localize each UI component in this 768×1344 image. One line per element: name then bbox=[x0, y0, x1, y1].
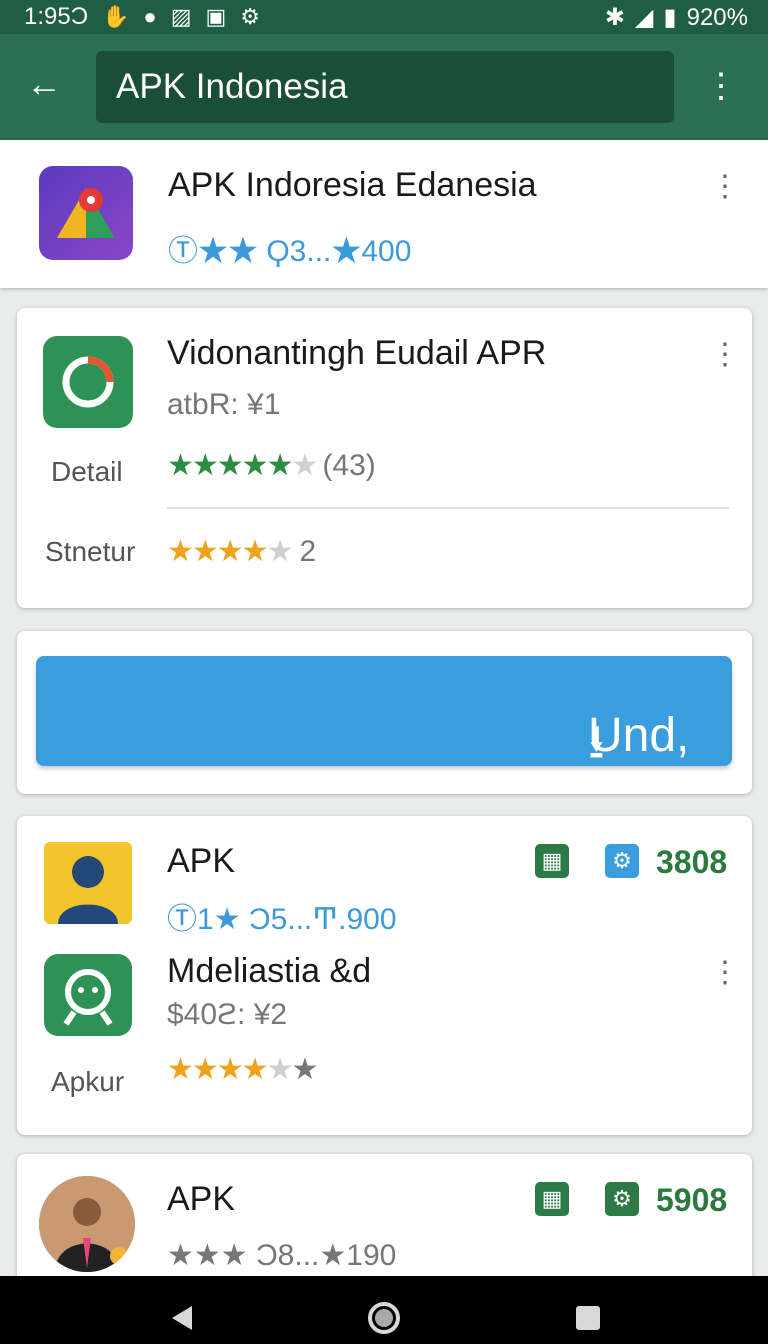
timer-app-icon bbox=[43, 336, 133, 428]
list-item2-subtitle: $40ϩ: ¥2 bbox=[167, 998, 288, 1031]
detail-label: Detail bbox=[51, 456, 123, 487]
rating-value: 2 bbox=[299, 535, 316, 568]
download-icon: ⭳ bbox=[588, 716, 605, 769]
detail-card-menu-icon[interactable]: ⋮ bbox=[710, 340, 740, 370]
message-icon: ▣ bbox=[205, 4, 227, 29]
list-item2-label: Apkur bbox=[51, 1066, 125, 1097]
bluetooth-icon: ✱ bbox=[604, 4, 625, 31]
list-item2-menu-icon[interactable]: ⋮ bbox=[710, 958, 740, 988]
settings-icon: ⚙ bbox=[240, 4, 261, 29]
list-item1-meta: Ⓣ1★ Ͻ5...Ͳ.900 bbox=[167, 903, 397, 936]
app-bar: ← APK Indonesia ⋮ bbox=[0, 34, 768, 140]
rating-count: (43) bbox=[322, 449, 376, 482]
status-time: 1:95Ͻ bbox=[24, 3, 89, 30]
signal-icon: ◢ bbox=[634, 4, 654, 31]
back-nav-icon[interactable] bbox=[172, 1306, 192, 1330]
system-nav-bar bbox=[0, 1276, 768, 1344]
bottom-app-meta: ★★★ Ͻ8...★190 bbox=[167, 1239, 397, 1272]
list-item2-title: Mdeliastia &d bbox=[167, 952, 372, 990]
search-field-value: APK Indonesia bbox=[116, 67, 348, 106]
battery-icon: ▮ bbox=[663, 4, 677, 31]
back-arrow-icon[interactable]: ← bbox=[22, 62, 66, 106]
search-field[interactable]: APK Indonesia bbox=[96, 51, 674, 123]
bottom-app-count: 5908 bbox=[656, 1182, 728, 1218]
face-app-icon bbox=[44, 954, 132, 1036]
bottom-app-title: APK bbox=[167, 1180, 236, 1218]
shield-icon: ● bbox=[143, 4, 157, 29]
green-star-rating: ★★★★★★ (43) bbox=[167, 449, 376, 482]
top-item-menu-icon[interactable]: ⋮ bbox=[710, 172, 740, 202]
top-app-item[interactable]: APK Indoresia Edanesia Ⓣ★★ Ϙ3...★400 ⋮ bbox=[0, 140, 768, 288]
hand-icon: ✋ bbox=[102, 4, 130, 29]
person-app-icon bbox=[44, 842, 132, 924]
rating-label: Stnetur bbox=[45, 536, 136, 567]
list-item1-count: 3808 bbox=[656, 844, 728, 880]
top-app-title: APK Indoresia Edanesia bbox=[168, 166, 537, 204]
app-list-card: APK Ⓣ1★ Ͻ5...Ͳ.900 ▦ ⚙ 3808 Mdeliastia &… bbox=[17, 816, 752, 1135]
image-icon: ▨ bbox=[170, 4, 192, 29]
recents-nav-icon[interactable] bbox=[576, 1306, 600, 1330]
detail-app-title: Vidonantingh Eudail APR bbox=[167, 334, 547, 372]
bottom-app-card: APK ★★★ Ͻ8...★190 ▦ ⚙ 5908 bbox=[17, 1154, 752, 1294]
battery-percent: 920% bbox=[686, 3, 748, 31]
download-button[interactable]: Und, ⭳ bbox=[36, 656, 732, 769]
grid-badge-icon: ▦ bbox=[535, 1182, 569, 1216]
gear-badge-icon: ⚙ bbox=[605, 1182, 639, 1216]
detail-card: Vidonantingh Eudail APR atbR: ¥1 ⋮ Detai… bbox=[17, 308, 752, 608]
profile-avatar bbox=[39, 1176, 135, 1272]
status-bar: 1:95Ͻ ✋ ● ▨ ▣ ⚙ ✱ ◢ ▮ 920% bbox=[0, 0, 768, 34]
home-nav-icon[interactable] bbox=[368, 1302, 400, 1334]
orange-star-rating: ★★★★★ 2 bbox=[167, 535, 316, 568]
list-item2-star-rating: ★★★★★★ bbox=[167, 1053, 318, 1086]
top-app-meta: Ⓣ★★ Ϙ3...★400 bbox=[168, 235, 412, 268]
list-item1-title: APK bbox=[167, 842, 236, 880]
divider bbox=[167, 507, 729, 509]
overflow-menu-icon[interactable]: ⋮ bbox=[704, 64, 738, 108]
detail-app-subtitle: atbR: ¥1 bbox=[167, 388, 281, 421]
grid-badge-icon: ▦ bbox=[535, 844, 569, 878]
maps-app-icon bbox=[39, 166, 133, 260]
gear-badge-icon: ⚙ bbox=[605, 844, 639, 878]
